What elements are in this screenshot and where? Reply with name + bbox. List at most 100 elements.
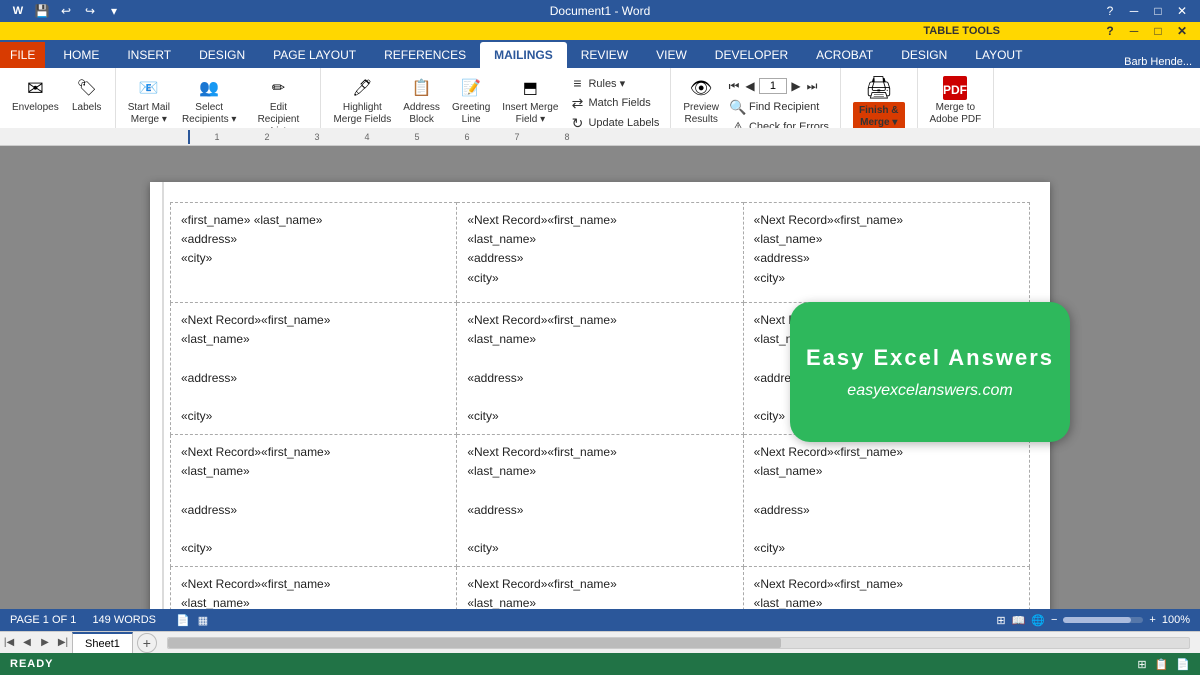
cell-content: «Next Record»«first_name»«last_name»«add… (467, 443, 732, 558)
nav-last-button[interactable]: ⏭ (805, 79, 819, 93)
add-sheet-button[interactable]: + (137, 633, 157, 653)
sheet-nav-last[interactable]: ▶| (54, 634, 72, 652)
tab-page-layout[interactable]: PAGE LAYOUT (259, 42, 370, 68)
greeting-line-label: GreetingLine (452, 102, 490, 126)
quick-access-more[interactable]: ▾ (104, 1, 124, 21)
redo-button[interactable]: ↪ (80, 1, 100, 21)
nav-first-button[interactable]: ⏮ (727, 79, 741, 93)
labels-button[interactable]: 🏷 Labels (67, 72, 107, 116)
nav-next-button[interactable]: ▶ (789, 79, 803, 93)
minimize-tt[interactable]: ─ (1124, 21, 1144, 41)
labels-label: Labels (72, 102, 101, 114)
tab-home[interactable]: HOME (49, 42, 113, 68)
tab-developer[interactable]: DEVELOPER (701, 42, 802, 68)
table-row: «Next Record»«first_name»«last_name»«add… (171, 567, 1030, 609)
finish-merge-button[interactable]: 🖨 Finish &Merge ▾ (849, 72, 908, 134)
sheet-nav-next[interactable]: ▶ (36, 634, 54, 652)
adobe-pdf-icon: PDF (941, 74, 969, 102)
insert-merge-field-icon: ⬒ (516, 74, 544, 102)
word-icon: W (8, 1, 28, 21)
document-area[interactable]: «first_name» «last_name»«address»«city» … (150, 182, 1050, 609)
close-tt[interactable]: ✕ (1172, 21, 1192, 41)
address-block-icon: 📋 (408, 74, 436, 102)
tab-insert[interactable]: INSERT (113, 42, 185, 68)
proofing-icon: 📄 (176, 614, 190, 627)
select-recipients-button[interactable]: 👥 SelectRecipients ▾ (178, 72, 241, 128)
rules-button[interactable]: ≡ Rules ▾ (566, 74, 662, 92)
match-fields-label: Match Fields (588, 97, 650, 109)
undo-button[interactable]: ↩ (56, 1, 76, 21)
label-cell: «Next Record»«first_name»«last_name»«add… (743, 435, 1029, 567)
ribbon-tabs: FILE HOME INSERT DESIGN PAGE LAYOUT REFE… (0, 40, 1200, 68)
merge-to-adobe-pdf-button[interactable]: PDF Merge toAdobe PDF (926, 72, 986, 128)
rules-label: Rules ▾ (588, 77, 625, 90)
highlight-merge-fields-button[interactable]: 🖊 HighlightMerge Fields (329, 72, 395, 128)
zoom-out-icon[interactable]: − (1051, 614, 1057, 626)
tab-mailings[interactable]: MAILINGS (480, 42, 567, 68)
minimize-button[interactable]: ─ (1124, 1, 1144, 21)
finish-merge-icon: 🖨 (865, 74, 893, 102)
help-icon[interactable]: ? (1100, 21, 1120, 41)
zoom-level: 100% (1162, 614, 1190, 626)
envelopes-label: Envelopes (12, 102, 59, 114)
tab-acrobat[interactable]: ACROBAT (802, 42, 887, 68)
tab-layout[interactable]: LAYOUT (961, 42, 1036, 68)
nav-prev-button[interactable]: ◀ (743, 79, 757, 93)
sheet-nav-prev[interactable]: ◀ (18, 634, 36, 652)
label-cell: «Next Record»«first_name»«last_name»«add… (457, 435, 743, 567)
cell-content: «Next Record»«first_name»«last_name»«add… (754, 211, 1019, 288)
view-normal-icon[interactable]: ⊞ (996, 614, 1005, 627)
zoom-slider[interactable] (1063, 617, 1143, 623)
status-bar: PAGE 1 OF 1 149 WORDS 📄 ▦ ⊞ 📖 🌐 − + 100% (0, 609, 1200, 631)
start-mail-merge-button[interactable]: 📧 Start MailMerge ▾ (124, 72, 174, 128)
quick-access-toolbar[interactable]: W 💾 ↩ ↪ ▾ (8, 1, 124, 21)
cell-content: «Next Record»«first_name»«last_name»«add… (754, 443, 1019, 558)
highlight-merge-fields-label: HighlightMerge Fields (333, 102, 391, 126)
tab-design2[interactable]: DESIGN (887, 42, 961, 68)
close-button[interactable]: ✕ (1172, 1, 1192, 21)
tab-review[interactable]: REVIEW (567, 42, 642, 68)
words-status: 149 WORDS (92, 614, 156, 626)
tab-file[interactable]: FILE (0, 42, 45, 68)
greeting-line-button[interactable]: 📝 GreetingLine (448, 72, 494, 128)
insert-merge-field-button[interactable]: ⬒ Insert MergeField ▾ (498, 72, 562, 128)
table-tools-label: TABLE TOOLS (923, 25, 1000, 37)
cell-content: «first_name» «last_name»«address»«city» (181, 211, 446, 269)
restore-tt[interactable]: □ (1148, 21, 1168, 41)
edit-recipient-list-icon: ✏ (264, 74, 292, 102)
view-reading-icon[interactable]: 📖 (1012, 614, 1026, 627)
zoom-in-icon[interactable]: + (1149, 614, 1155, 626)
window-controls[interactable]: ? ─ □ ✕ (1100, 1, 1192, 21)
envelope-icon: ✉ (21, 74, 49, 102)
sheet-tab-sheet1[interactable]: Sheet1 (72, 632, 133, 654)
find-recipient-button[interactable]: 🔍 Find Recipient (727, 98, 832, 116)
page-layout-icon: 📄 (1176, 658, 1190, 671)
preview-results-button[interactable]: 👁 PreviewResults (679, 72, 723, 128)
ready-status: READY (10, 658, 54, 670)
help-button[interactable]: ? (1100, 1, 1120, 21)
labels-icon: 🏷 (73, 74, 101, 102)
address-block-button[interactable]: 📋 AddressBlock (399, 72, 444, 128)
label-cell: «Next Record»«first_name»«last_name»«add… (171, 303, 457, 435)
small-buttons-col: ≡ Rules ▾ ⇄ Match Fields ↻ Update Labels (566, 72, 662, 132)
preview-nav-col: ⏮ ◀ ▶ ⏭ 🔍 Find Recipient ⚠ Check for Err… (727, 72, 832, 136)
horizontal-scrollbar[interactable] (167, 637, 1190, 649)
restore-button[interactable]: □ (1148, 1, 1168, 21)
tab-design[interactable]: DESIGN (185, 42, 259, 68)
green-overlay: Easy Excel Answers easyexcelanswers.com (790, 302, 1070, 442)
label-cell: «Next Record»«first_name»«last_name»«add… (457, 203, 743, 303)
sheet-nav-first[interactable]: |◀ (0, 634, 18, 652)
start-mail-merge-icon: 📧 (135, 74, 163, 102)
cell-content: «Next Record»«first_name»«last_name»«add… (467, 311, 732, 426)
match-fields-button[interactable]: ⇄ Match Fields (566, 94, 662, 112)
svg-text:PDF: PDF (943, 83, 967, 97)
select-recipients-label: SelectRecipients ▾ (182, 102, 237, 126)
view-web-icon[interactable]: 🌐 (1031, 614, 1045, 627)
cell-content: «Next Record»«first_name»«last_name»«add… (467, 211, 732, 288)
tab-view[interactable]: VIEW (642, 42, 701, 68)
nav-page-input[interactable] (759, 78, 787, 94)
save-button[interactable]: 💾 (32, 1, 52, 21)
envelopes-button[interactable]: ✉ Envelopes (8, 72, 63, 116)
cell-content: «Next Record»«first_name»«last_name»«add… (181, 443, 446, 558)
tab-references[interactable]: REFERENCES (370, 42, 480, 68)
